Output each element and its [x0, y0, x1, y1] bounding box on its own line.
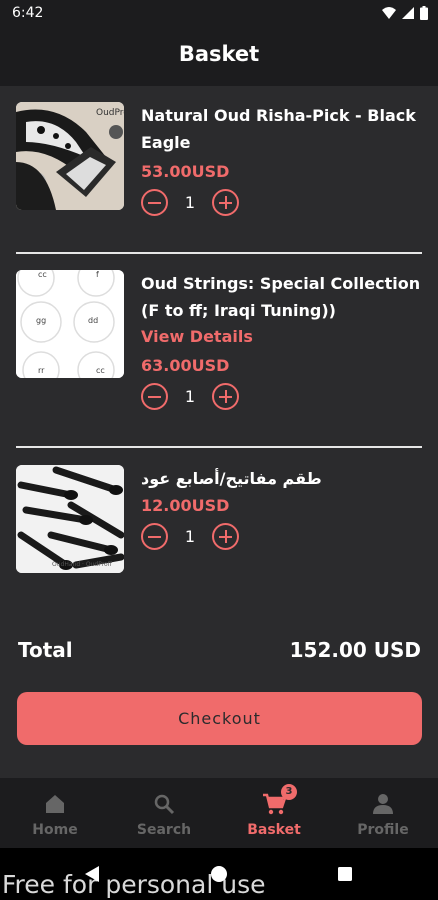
- increase-quantity-button[interactable]: [212, 189, 239, 216]
- quantity-value: 1: [184, 193, 196, 212]
- status-bar: 6:42: [0, 0, 438, 28]
- person-icon: [373, 794, 393, 814]
- watermark-text: Free for personal use: [2, 870, 266, 899]
- tab-profile[interactable]: Profile: [328, 778, 438, 848]
- string-label: gg: [36, 316, 47, 325]
- tab-label: Search: [136, 822, 192, 838]
- product-price: 12.00USD: [141, 496, 230, 515]
- product-price: 53.00USD: [141, 162, 230, 181]
- bottom-tab-bar: Home Search 3 Basket Profile: [0, 778, 438, 848]
- wifi-icon: [382, 7, 396, 19]
- tab-search[interactable]: Search: [109, 778, 219, 848]
- tab-home[interactable]: Home: [0, 778, 110, 848]
- cart-count-badge: 3: [281, 784, 297, 800]
- battery-icon: [420, 6, 428, 20]
- page-title: Basket: [178, 42, 260, 66]
- item-info: Oud Strings: Special Collection (F to ff…: [141, 270, 421, 410]
- product-name[interactable]: Oud Strings: Special Collection (F to ff…: [141, 270, 421, 324]
- product-image[interactable]: cc f gg dd rr cc: [16, 270, 124, 378]
- decrease-quantity-button[interactable]: [141, 383, 168, 410]
- string-label: f: [96, 270, 99, 279]
- tab-label: Profile: [357, 822, 409, 838]
- total-value: 152.00 USD: [289, 638, 421, 662]
- quantity-value: 1: [184, 387, 196, 406]
- item-info: طقم مفاتيح/أصابع عود 12.00USD 1: [141, 465, 421, 550]
- product-name[interactable]: Natural Oud Risha-Pick - Black Eagle: [141, 102, 421, 156]
- item-info: Natural Oud Risha-Pick - Black Eagle 53.…: [141, 102, 421, 216]
- quantity-stepper: 1: [141, 189, 421, 216]
- decrease-quantity-button[interactable]: [141, 189, 168, 216]
- item-divider: [16, 252, 422, 254]
- checkout-button[interactable]: Checkout: [17, 692, 422, 745]
- increase-quantity-button[interactable]: [212, 523, 239, 550]
- view-details-link[interactable]: View Details: [141, 324, 421, 350]
- total-label: Total: [18, 638, 73, 662]
- string-label: dd: [88, 316, 99, 325]
- home-icon: [46, 795, 64, 813]
- product-image[interactable]: OudProff: [16, 102, 124, 210]
- recents-icon[interactable]: [338, 867, 352, 881]
- item-divider: [16, 446, 422, 448]
- quantity-value: 1: [184, 527, 196, 546]
- tab-basket[interactable]: 3 Basket: [219, 778, 329, 848]
- signal-icon: [402, 7, 414, 19]
- increase-quantity-button[interactable]: [212, 383, 239, 410]
- string-label: cc: [38, 270, 47, 279]
- brand-watermark: OudProff: [96, 108, 124, 118]
- status-icons: [382, 6, 428, 20]
- product-price: 63.00USD: [141, 356, 230, 375]
- status-time: 6:42: [12, 5, 44, 21]
- tab-label: Basket: [247, 822, 301, 838]
- string-label: cc: [96, 366, 105, 375]
- app-header: Basket: [0, 28, 438, 86]
- string-label: rr: [38, 366, 45, 375]
- quantity-stepper: 1: [141, 383, 421, 410]
- tab-label: Home: [32, 822, 78, 838]
- decrease-quantity-button[interactable]: [141, 523, 168, 550]
- brand-watermark: OudHand · OudProff: [52, 561, 112, 568]
- search-icon: [154, 794, 175, 815]
- product-image[interactable]: OudHand · OudProff: [16, 465, 124, 573]
- product-name[interactable]: طقم مفاتيح/أصابع عود: [141, 465, 421, 492]
- quantity-stepper: 1: [141, 523, 421, 550]
